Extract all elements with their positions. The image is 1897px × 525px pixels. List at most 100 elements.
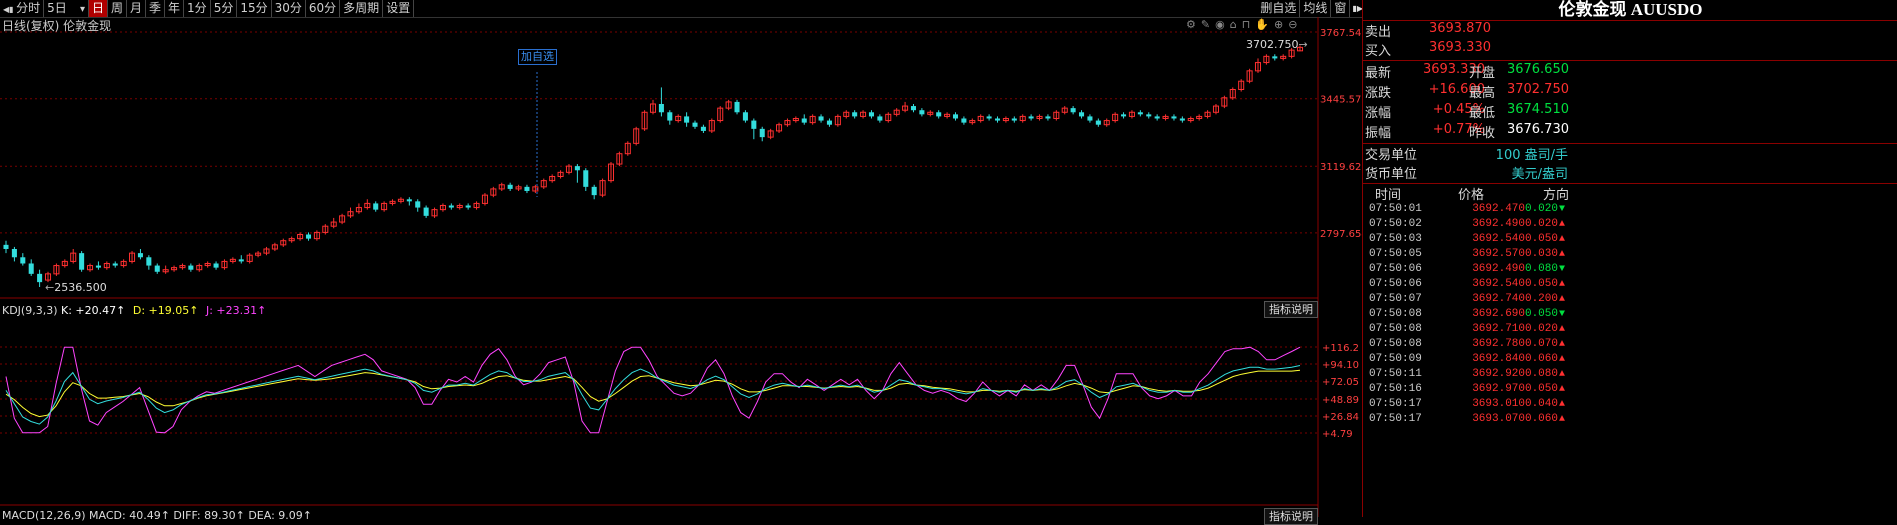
candle-body — [1095, 120, 1101, 125]
macd-header-text: MACD(12,26,9) MACD: 40.49↑ DIFF: 89.30↑ … — [2, 509, 313, 522]
stat-row: 涨幅 +0.45% 最低 3674.510 — [1363, 102, 1897, 122]
kdj-axis-label: +48.89 — [1322, 395, 1359, 406]
candle-body — [852, 112, 858, 117]
low-price-value: 2536.500 — [54, 281, 107, 294]
period-tab-8[interactable]: 5分 — [211, 0, 238, 17]
period-tab-7[interactable]: 1分 — [184, 0, 211, 17]
stat-label-1: 最新 — [1365, 66, 1392, 81]
tick-change: 0.050▲ — [1503, 278, 1565, 290]
tick-time: 07:50:01 — [1369, 203, 1422, 215]
tick-row: 07:50:06 3692.540 0.050▲ — [1363, 278, 1897, 293]
tick-row: 07:50:03 3692.540 0.050▲ — [1363, 233, 1897, 248]
candle-body — [37, 273, 43, 283]
tick-change-value: 0.050 — [1524, 233, 1558, 245]
toolbar-right-item-1[interactable]: 均线 — [1300, 0, 1332, 17]
period-tab-5[interactable]: 季 — [146, 0, 166, 17]
dropdown-arrow-icon: ▾ — [76, 4, 85, 15]
add-watch-button[interactable]: 加自选 — [518, 49, 557, 65]
eye-icon[interactable]: ◉ — [1215, 18, 1225, 31]
trade-unit-row: 交易单位 100 盎司/手 — [1363, 144, 1897, 164]
period-tab-9[interactable]: 15分 — [237, 0, 272, 17]
period-tab-1[interactable]: 5日 ▾ — [44, 0, 89, 17]
trade-unit-label: 交易单位 — [1365, 148, 1418, 163]
tick-change-value: 0.070 — [1524, 338, 1558, 350]
tick-time: 07:50:08 — [1369, 338, 1422, 350]
kdj-axis-label: +94.10 — [1322, 360, 1359, 371]
candle-body — [1272, 56, 1278, 59]
candle-body — [1121, 114, 1127, 117]
zoom-in-icon[interactable]: ⊕ — [1274, 18, 1283, 31]
indicator-help-button[interactable]: 指标说明 — [1264, 301, 1318, 318]
period-tab-6[interactable]: 年 — [165, 0, 185, 17]
stat-label-2: 开盘 — [1469, 66, 1496, 81]
tick-time: 07:50:03 — [1369, 233, 1422, 245]
candle-body — [1070, 108, 1076, 113]
tick-row: 07:50:17 3693.070 0.060▲ — [1363, 413, 1897, 428]
period-tab-4[interactable]: 月 — [127, 0, 147, 17]
candle-body — [692, 122, 698, 127]
period-tab-label: 5日 — [47, 1, 67, 15]
candle-body — [700, 126, 706, 131]
candle-body — [448, 205, 454, 208]
lock-icon[interactable]: ⌂ — [1230, 18, 1237, 31]
stat-value-2: 3674.510 — [1506, 102, 1569, 117]
stat-value-2: 3676.730 — [1506, 122, 1569, 137]
tick-change: 0.040▲ — [1503, 398, 1565, 410]
period-tab-10[interactable]: 30分 — [272, 0, 306, 17]
zoom-out-icon[interactable]: ⊖ — [1288, 18, 1297, 31]
tick-change-value: 0.020 — [1524, 218, 1558, 230]
candle-body — [1179, 118, 1185, 121]
up-arrow-icon: ▲ — [1558, 279, 1565, 290]
quote-panel: 伦敦金现 AUUSDO 卖出 3693.870 买入 3693.330 最新 36… — [1362, 0, 1897, 517]
period-tab-13[interactable]: 设置 — [383, 0, 415, 17]
candle-body — [1171, 116, 1177, 119]
buy-value: 3693.330 — [1428, 40, 1491, 55]
up-arrow-icon: ▲ — [1558, 324, 1565, 335]
candle-body — [112, 263, 118, 266]
tick-time: 07:50:11 — [1369, 368, 1422, 380]
price-axis-label: 3445.571 — [1320, 95, 1366, 106]
toolbar-right-item-2[interactable]: 窗 — [1331, 0, 1351, 17]
period-tab-label: 年 — [168, 1, 181, 15]
kline-chart[interactable]: 3767.542 3445.571 3119.625 2797.654 +116.2 +9… — [0, 17, 1366, 517]
currency-value: 美元/盎司 — [1511, 167, 1568, 182]
candle-body — [1146, 114, 1152, 117]
period-tab-0[interactable]: ◀▮ 分时 — [0, 0, 45, 17]
stat-value-2: 3702.750 — [1506, 82, 1569, 97]
tick-change: 0.200▲ — [1503, 293, 1565, 305]
tick-change-value: 0.050 — [1524, 383, 1558, 395]
period-tab-label: 日 — [91, 1, 104, 15]
period-tab-12[interactable]: 多周期 — [340, 0, 384, 17]
buy-label: 买入 — [1365, 44, 1392, 59]
pen-icon[interactable]: ✎ — [1201, 18, 1210, 31]
period-tab-2[interactable]: 日 — [88, 0, 108, 17]
magnet-icon[interactable]: ⊓ — [1242, 18, 1251, 31]
candle-body — [28, 263, 34, 274]
hand-icon[interactable]: ✋ — [1255, 18, 1269, 31]
period-tab-11[interactable]: 60分 — [306, 0, 341, 17]
tick-change: 0.080▲ — [1503, 368, 1565, 380]
tick-change: 0.030▲ — [1503, 248, 1565, 260]
down-arrow-icon: ▼ — [1558, 309, 1565, 320]
candle-body — [137, 253, 143, 258]
toolbar-right-item-0[interactable]: 删自选 — [1257, 0, 1301, 17]
candle-body — [952, 114, 959, 119]
instrument-title: 伦敦金现 AUUSDO — [1558, 0, 1703, 19]
kdj-d-line — [5, 369, 1301, 418]
tick-row: 07:50:02 3692.490 0.020▲ — [1363, 218, 1897, 233]
tick-row: 07:50:08 3692.690 0.050▼ — [1363, 308, 1897, 323]
settings-icon[interactable]: ⚙ — [1186, 18, 1196, 31]
price-axis-label: 3767.542 — [1320, 28, 1366, 39]
tick-change-value: 0.060 — [1524, 413, 1558, 425]
kdj-name: KDJ(9,3,3) — [2, 304, 58, 317]
tick-row: 07:50:16 3692.970 0.050▲ — [1363, 383, 1897, 398]
chart-tools: ⚙ ✎ ◉ ⌂ ⊓ ✋ ⊕ ⊖ — [1186, 18, 1297, 31]
period-tab-3[interactable]: 周 — [108, 0, 127, 17]
candle-body — [826, 120, 832, 125]
up-arrow-icon: ▲ — [1558, 414, 1565, 425]
candle-body — [423, 207, 429, 216]
period-tab-label: 月 — [130, 1, 143, 15]
candle-body — [759, 128, 765, 138]
period-tab-label: 5分 — [213, 1, 234, 15]
candle-body — [751, 120, 757, 129]
